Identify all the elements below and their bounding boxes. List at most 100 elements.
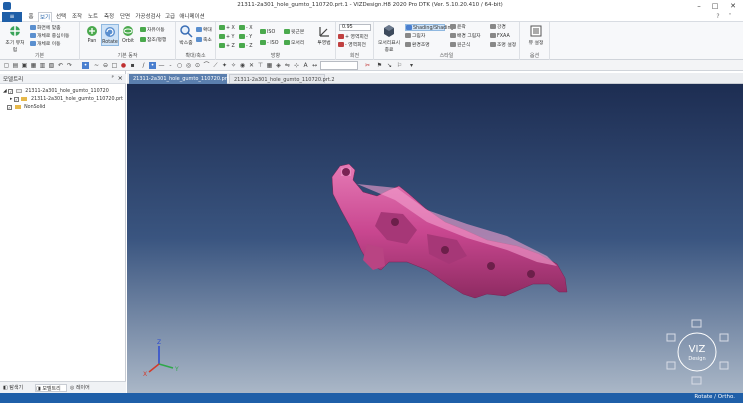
tab-view[interactable]: 보기 — [38, 12, 52, 22]
move-object-button[interactable]: 개체로 이동 — [30, 41, 61, 48]
ring-icon[interactable]: ⊙ — [194, 62, 201, 69]
parallel-button[interactable]: 참조/평행 — [140, 37, 166, 44]
highlight-button[interactable]: 강경 — [490, 24, 506, 31]
save-icon[interactable]: ▣ — [21, 62, 28, 69]
record-icon[interactable]: ● — [120, 62, 127, 69]
tab-layer[interactable]: ◎ 레이어 — [70, 384, 100, 392]
help-icon[interactable]: ? — [714, 13, 722, 21]
minus-icon[interactable]: - — [167, 62, 174, 69]
ribbon-collapse-icon[interactable]: ˄ — [726, 13, 734, 21]
projection-button[interactable]: 투영법 — [315, 24, 333, 46]
perspective-button[interactable]: 원근식 — [450, 42, 470, 49]
view-cube-right-bottom-icon[interactable] — [719, 361, 729, 370]
view-iso-button[interactable]: ISO — [260, 29, 275, 36]
pin-icon[interactable]: ᵖ — [112, 75, 114, 81]
tree-part[interactable]: ▸ ✓ 21311-2a301_hole_gumto_110720.prt — [10, 96, 123, 103]
center-object-button[interactable]: 개체로 중심이동 — [30, 33, 69, 40]
tab-model-tree[interactable]: ◨ 모델트리 — [35, 384, 67, 392]
arc-icon[interactable]: ⌒ — [203, 62, 210, 69]
checkbox[interactable]: ✓ — [7, 105, 12, 110]
doc-tab-1[interactable]: 21311-2a301_hole_gumto_110720.prt.1 — [129, 74, 234, 84]
cad-part[interactable] — [331, 163, 568, 299]
top-view-button[interactable]: 윗근본 — [284, 29, 304, 36]
tab-section[interactable]: 단면 — [118, 12, 132, 22]
wand-icon[interactable]: ⚑ — [376, 62, 383, 69]
checkbox[interactable]: ✓ — [8, 89, 14, 94]
pin-icon[interactable]: ✦ — [221, 62, 228, 69]
zoom-in-button[interactable]: 확대 — [196, 27, 212, 34]
arrow-icon[interactable]: ↘ — [386, 62, 393, 69]
view-cube[interactable]: VIZ Design — [666, 319, 729, 385]
dash-icon[interactable]: — — [158, 62, 165, 69]
tab-manipulate[interactable]: 조작 — [70, 12, 84, 22]
flip-icon[interactable]: ⇋ — [284, 62, 291, 69]
tree-root[interactable]: ◢ ✓ 21311-2a301_hole_gumto_110720 — [3, 88, 109, 95]
line-icon[interactable]: / — [140, 62, 147, 69]
fxaa-button[interactable]: FXAA — [490, 33, 510, 40]
reset-view-button[interactable]: 초기 뷰처럼 — [4, 24, 26, 53]
bg-shadow-button[interactable]: 배경 그림자 — [450, 33, 481, 40]
grid-icon[interactable]: ▦ — [266, 62, 273, 69]
shading-button[interactable]: Shading/Shading — [405, 24, 454, 31]
view-minus-iso-button[interactable]: - ISO — [260, 40, 279, 47]
tab-explorer[interactable]: ◧ 탐색기 — [3, 384, 31, 392]
dropdown-icon[interactable]: ▾ — [408, 62, 415, 69]
tab-note[interactable]: 노트 — [86, 12, 100, 22]
text-icon[interactable]: A — [302, 62, 309, 69]
view-cube-bottom-icon[interactable] — [691, 376, 702, 385]
redo-icon[interactable]: ↷ — [66, 62, 73, 69]
rotate-plus-button[interactable]: + 영역회전 — [338, 34, 368, 41]
outline-button[interactable]: 윤곽 — [450, 24, 466, 31]
undo-icon[interactable]: ↶ — [57, 62, 64, 69]
sphere-icon[interactable]: ◉ — [239, 62, 246, 69]
diagonal-icon[interactable]: ⟋ — [212, 62, 219, 69]
rotate-button[interactable]: Rotate — [101, 24, 119, 46]
tab-animation[interactable]: 애니메이션 — [178, 12, 206, 22]
edge-display-button[interactable]: 모서리표시 종료 — [377, 24, 401, 53]
tee-icon[interactable]: ⊤ — [257, 62, 264, 69]
flag-icon[interactable]: ⚐ — [396, 62, 403, 69]
curve-icon[interactable]: ~ — [93, 62, 100, 69]
export-icon[interactable]: ▧ — [48, 62, 55, 69]
tab-machinability[interactable]: 가공성검사 — [134, 12, 162, 22]
panel-close-icon[interactable]: × — [118, 74, 123, 82]
box-icon[interactable]: □ — [111, 62, 118, 69]
ambient-light-button[interactable]: 환경조명 — [405, 42, 430, 49]
tab-home[interactable]: 홈 — [26, 12, 36, 22]
edge-view-button[interactable]: 모서리 — [284, 40, 304, 47]
view-minus-z-button[interactable]: - Z — [239, 43, 253, 50]
view-plus-x-button[interactable]: + X — [219, 25, 235, 32]
tab-advanced[interactable]: 고급 — [164, 12, 176, 22]
select-mode-icon[interactable]: • — [82, 62, 89, 69]
app-logo-icon[interactable] — [3, 2, 11, 10]
checkbox[interactable]: ✓ — [13, 97, 19, 102]
view-minus-x-button[interactable]: - X — [239, 25, 253, 32]
circle-icon[interactable]: ○ — [176, 62, 183, 69]
light-settings-button[interactable]: 조명 설정 — [490, 42, 516, 49]
view-cube-right-top-icon[interactable] — [719, 333, 729, 342]
view-settings-button[interactable]: 뷰 설정 — [525, 24, 547, 46]
view-cube-top-icon[interactable] — [691, 319, 702, 328]
orbit-button[interactable]: Orbit — [119, 24, 137, 44]
axes-icon[interactable]: ⊹ — [293, 62, 300, 69]
point-icon[interactable]: • — [149, 62, 156, 69]
tree-nonsolid[interactable]: ✓ NonSolid — [7, 104, 45, 111]
fit-screen-button[interactable]: 화면에 맞춤 — [30, 25, 61, 32]
print-icon[interactable]: ▥ — [39, 62, 46, 69]
save-as-icon[interactable]: ▦ — [30, 62, 37, 69]
open-icon[interactable]: ▤ — [12, 62, 19, 69]
tab-measure[interactable]: 측정 — [102, 12, 116, 22]
3d-viewport[interactable]: Z Y X VIZ Design — [127, 84, 743, 393]
close-button[interactable]: ✕ — [726, 1, 740, 11]
view-cube-left-bottom-icon[interactable] — [666, 361, 676, 370]
value-input[interactable] — [320, 61, 358, 70]
free-move-button[interactable]: 자유이동 — [140, 27, 165, 34]
view-plus-z-button[interactable]: + Z — [219, 43, 235, 50]
cube-small-icon[interactable]: ▪ — [129, 62, 136, 69]
maximize-button[interactable]: □ — [708, 1, 722, 11]
view-cube-left-top-icon[interactable] — [666, 333, 676, 342]
expand-icon[interactable]: ◢ — [3, 89, 7, 94]
pan-button[interactable]: Pan — [83, 24, 101, 44]
new-icon[interactable]: ▢ — [3, 62, 10, 69]
cross-icon[interactable]: ✕ — [248, 62, 255, 69]
